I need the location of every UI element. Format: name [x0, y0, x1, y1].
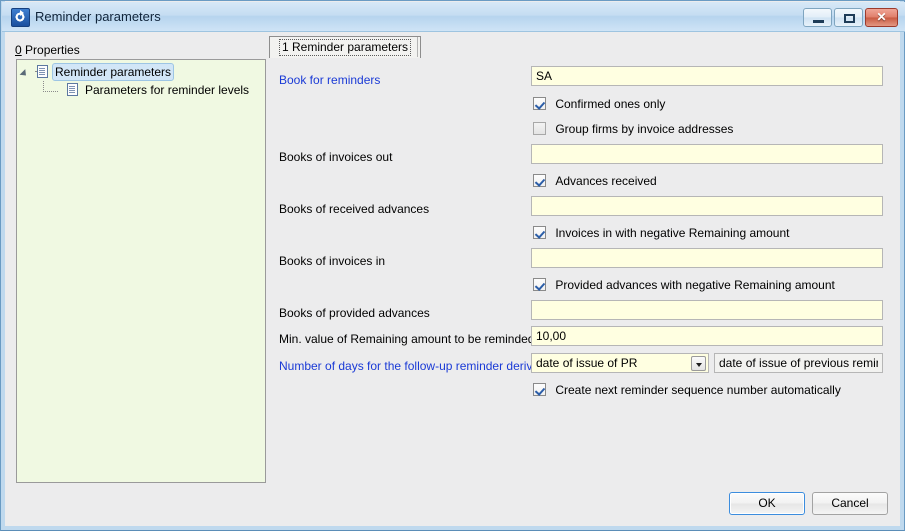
- input-books-of-provided-advances[interactable]: [531, 300, 883, 320]
- maximize-button[interactable]: [834, 8, 863, 27]
- label-books-of-invoices-in: Books of invoices in: [279, 254, 386, 268]
- input-book-for-reminders[interactable]: [531, 66, 883, 86]
- checkbox-row-group-firms-by-invoice-addresses[interactable]: Group firms by invoice addresses: [533, 122, 733, 138]
- dropdown-selected-value: date of issue of PR: [536, 356, 638, 370]
- close-button[interactable]: ✕: [865, 8, 898, 27]
- checkbox-label: Invoices in with negative Remaining amou…: [555, 226, 790, 240]
- properties-tree[interactable]: Reminder parameters Parameters for remin…: [16, 59, 266, 483]
- checkbox-confirmed-ones-only[interactable]: [533, 97, 546, 110]
- tree-item-label: Reminder parameters: [52, 63, 175, 81]
- properties-label: 0 Properties: [15, 43, 80, 57]
- chevron-down-icon[interactable]: [691, 356, 706, 371]
- minimize-icon: [813, 20, 824, 23]
- window-controls: ✕: [803, 8, 898, 27]
- window-title: Reminder parameters: [35, 9, 161, 24]
- checkbox-row-provided-advances-negative-remaining[interactable]: Provided advances with negative Remainin…: [533, 278, 835, 294]
- label-min-value-remaining-amount: Min. value of Remaining amount to be rem…: [279, 332, 535, 346]
- checkbox-label: Confirmed ones only: [555, 97, 666, 111]
- checkbox-provided-advances-with-negative-remaining-amount[interactable]: [533, 278, 546, 291]
- checkbox-label: Create next reminder sequence number aut…: [555, 383, 841, 397]
- dialog-window: Reminder parameters ✕ 0 Properties Remin…: [0, 0, 905, 531]
- label-books-of-provided-advances: Books of provided advances: [279, 306, 430, 320]
- checkbox-label: Advances received: [555, 174, 657, 188]
- tree-item-reminder-parameters[interactable]: Reminder parameters: [17, 63, 265, 81]
- close-icon: ✕: [876, 10, 887, 24]
- tab-label: 1 Reminder parameters: [279, 39, 412, 56]
- tree-connector: [43, 81, 58, 92]
- checkbox-create-next-reminder-sequence-number-automatically[interactable]: [533, 383, 546, 396]
- tree-item-parameters-for-reminder-levels[interactable]: Parameters for reminder levels: [17, 81, 265, 99]
- readonly-derive-date-description: [714, 353, 883, 373]
- tab-reminder-parameters[interactable]: 1 Reminder parameters: [269, 36, 422, 58]
- input-books-of-received-advances[interactable]: [531, 196, 883, 216]
- tab-strip: 1 Reminder parameters: [269, 36, 891, 58]
- cancel-button[interactable]: Cancel: [812, 492, 888, 515]
- checkbox-row-create-next-reminder-sequence[interactable]: Create next reminder sequence number aut…: [533, 383, 841, 399]
- app-swirl-icon: [11, 8, 30, 27]
- maximize-icon: [844, 14, 855, 23]
- label-book-for-reminders[interactable]: Book for reminders: [279, 73, 380, 87]
- properties-accel: 0: [15, 43, 22, 57]
- checkbox-label: Provided advances with negative Remainin…: [555, 278, 835, 292]
- label-books-of-invoices-out: Books of invoices out: [279, 150, 393, 164]
- minimize-button[interactable]: [803, 8, 832, 27]
- properties-label-text: Properties: [21, 43, 80, 57]
- label-books-of-received-advances: Books of received advances: [279, 202, 430, 216]
- checkbox-group-firms-by-invoice-addresses[interactable]: [533, 122, 546, 135]
- document-icon: [67, 83, 78, 96]
- checkbox-label: Group firms by invoice addresses: [555, 122, 734, 136]
- ok-button[interactable]: OK: [729, 492, 805, 515]
- checkbox-row-invoices-in-negative-remaining[interactable]: Invoices in with negative Remaining amou…: [533, 226, 789, 242]
- input-books-of-invoices-out[interactable]: [531, 144, 883, 164]
- tab-separator: [417, 37, 418, 57]
- title-bar: Reminder parameters ✕: [2, 2, 905, 32]
- label-number-of-days-followup[interactable]: Number of days for the follow-up reminde…: [279, 359, 549, 373]
- input-books-of-invoices-in[interactable]: [531, 248, 883, 268]
- expander-icon[interactable]: [19, 69, 29, 79]
- checkbox-row-advances-received[interactable]: Advances received: [533, 174, 657, 190]
- checkbox-advances-received[interactable]: [533, 174, 546, 187]
- form-panel: Book for reminders Confirmed ones only G…: [269, 59, 891, 397]
- document-icon: [37, 65, 48, 78]
- dropdown-derive-date[interactable]: date of issue of PR: [531, 353, 709, 373]
- tree-item-label: Parameters for reminder levels: [85, 83, 250, 97]
- checkbox-invoices-in-with-negative-remaining-amount[interactable]: [533, 226, 546, 239]
- checkbox-row-confirmed-ones-only[interactable]: Confirmed ones only: [533, 97, 665, 113]
- input-min-value-remaining-amount[interactable]: [531, 326, 883, 346]
